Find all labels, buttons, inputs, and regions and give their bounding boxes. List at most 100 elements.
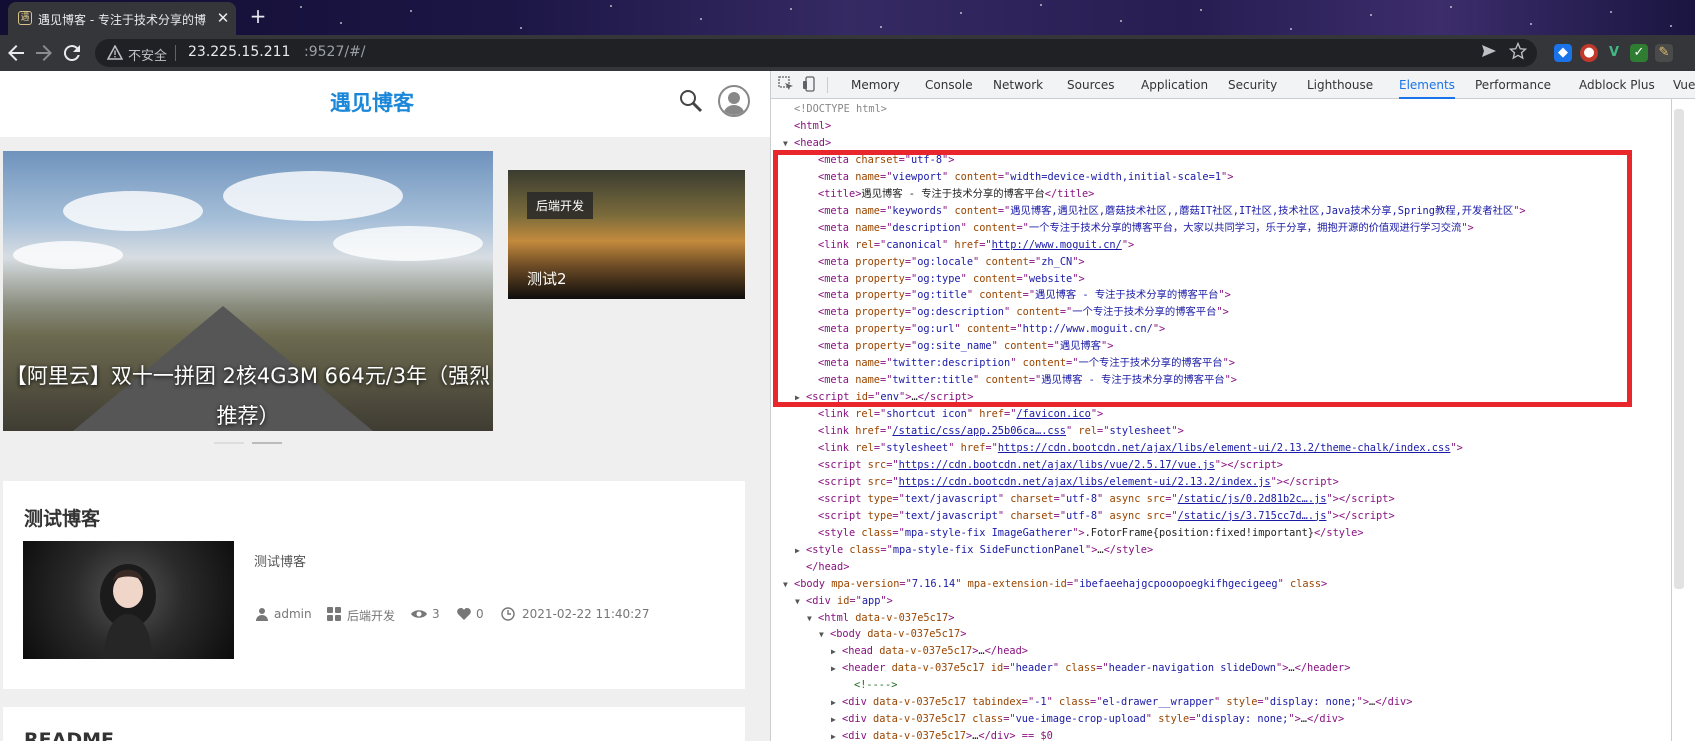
dom-node-line[interactable]: <meta property="og:title" content="遇见博客 …: [807, 287, 1231, 304]
dom-node-line[interactable]: <meta charset="utf-8">: [807, 152, 954, 169]
dom-node-line[interactable]: ▼ <html data-v-037e5c17>: [807, 610, 954, 627]
expand-arrow-icon[interactable]: ▼: [783, 576, 794, 593]
dom-node-line[interactable]: <script type="text/javascript" charset="…: [807, 508, 1395, 525]
expand-arrow-icon[interactable]: ▶: [831, 643, 842, 660]
expand-arrow-icon[interactable]: ▶: [795, 389, 806, 406]
dom-node-line[interactable]: <meta property="og:type" content="websit…: [807, 271, 1085, 288]
dom-node-line[interactable]: ▶ <script id="env">…</script>: [795, 389, 973, 406]
devtools-tab-vue[interactable]: Vue: [1673, 71, 1695, 99]
site-logo[interactable]: 遇见博客: [330, 87, 414, 117]
hero-carousel-slide[interactable]: 【阿里云】双十一拼团 2核4G3M 664元/3年（强烈推荐）: [3, 151, 493, 431]
dom-node-line[interactable]: <meta name="keywords" content="遇见博客,遇见社区…: [807, 203, 1526, 220]
dom-node-line[interactable]: <link href="/static/css/app.25b06ca….css…: [807, 423, 1184, 440]
send-icon[interactable]: [1481, 43, 1497, 63]
expand-arrow-icon[interactable]: ▼: [819, 626, 830, 643]
close-tab-icon[interactable]: ✕: [213, 8, 233, 28]
dom-node-line[interactable]: ▶ <header data-v-037e5c17 id="header" cla…: [831, 660, 1350, 677]
bookmark-star-icon[interactable]: [1508, 41, 1528, 64]
new-tab-button[interactable]: +: [246, 4, 270, 28]
author-name[interactable]: admin: [274, 607, 312, 621]
dom-node-content: <meta property="og:description" content=…: [818, 306, 1229, 319]
warning-icon[interactable]: [106, 44, 124, 61]
dom-node-line[interactable]: <meta name="description" content="一个专注于技…: [807, 220, 1474, 237]
ext-vue-icon[interactable]: V: [1605, 44, 1623, 62]
inspect-element-icon[interactable]: [777, 76, 795, 94]
dom-node-line[interactable]: <meta name="viewport" content="width=dev…: [807, 169, 1233, 186]
dom-node-line[interactable]: <style class="mpa-style-fix ImageGathere…: [807, 525, 1364, 542]
search-icon[interactable]: [678, 88, 704, 114]
dom-node-line[interactable]: ▶ <div data-v-037e5c17 class="vue-image-c…: [831, 711, 1344, 728]
reload-icon[interactable]: [60, 41, 84, 65]
expand-arrow-icon[interactable]: ▶: [831, 711, 842, 728]
ext-owl-icon[interactable]: ●: [1580, 44, 1598, 62]
devtools-tab-performance[interactable]: Performance: [1475, 71, 1551, 99]
expand-arrow-icon[interactable]: ▼: [783, 135, 794, 152]
expand-arrow-icon[interactable]: ▼: [795, 593, 806, 610]
dom-node-line[interactable]: <link rel="canonical" href="http://www.m…: [807, 237, 1134, 254]
dom-node-line[interactable]: <link rel="shortcut icon" href="/favicon…: [807, 406, 1103, 423]
dom-node-line[interactable]: </head>: [795, 559, 849, 576]
devtools-tab-application[interactable]: Application: [1141, 71, 1208, 99]
devtools-tab-security[interactable]: Security: [1228, 71, 1277, 99]
dom-node-line[interactable]: <meta name="twitter:description" content…: [807, 355, 1235, 372]
devtools-tab-network[interactable]: Network: [993, 71, 1043, 99]
devtools-tab-memory[interactable]: Memory: [851, 71, 900, 99]
scrollbar[interactable]: [1674, 109, 1684, 589]
dom-node-line[interactable]: ▶ <head data-v-037e5c17>…</head>: [831, 643, 1028, 660]
dom-node-line[interactable]: ▼ <body data-v-037e5c17>: [819, 626, 966, 643]
dom-node-line[interactable]: <meta property="og:url" content="http://…: [807, 321, 1165, 338]
back-arrow-icon[interactable]: [4, 41, 28, 65]
dom-node-line[interactable]: <script type="text/javascript" charset="…: [807, 491, 1395, 508]
dom-node-line[interactable]: <meta property="og:description" content=…: [807, 304, 1229, 321]
devtools-tab-elements[interactable]: Elements: [1399, 71, 1455, 99]
dom-node-line[interactable]: <!DOCTYPE html>: [783, 101, 887, 118]
featured-post[interactable]: 后端开发 测试2: [508, 170, 745, 299]
blog-card-second[interactable]: README: [3, 707, 745, 741]
blog-title[interactable]: 测试博客: [24, 504, 100, 531]
carousel-indicator[interactable]: [214, 442, 244, 444]
hero-caption[interactable]: 【阿里云】双十一拼团 2核4G3M 664元/3年（强烈推荐）: [3, 356, 493, 431]
blog-thumbnail[interactable]: [23, 541, 234, 659]
featured-post-title[interactable]: 测试2: [527, 268, 567, 289]
dom-node-line[interactable]: <meta property="og:locale" content="zh_C…: [807, 254, 1085, 271]
dom-node-line[interactable]: ▶ <div data-v-037e5c17 tabindex="-1" clas…: [831, 694, 1412, 711]
ext-blue-icon[interactable]: ◆: [1554, 44, 1572, 62]
user-avatar-icon[interactable]: [718, 85, 750, 117]
category-tag[interactable]: 后端开发: [527, 192, 594, 219]
carousel-indicator-active[interactable]: [252, 442, 282, 444]
blog-card[interactable]: 测试博客 测试博客 admin 后端开发 3 0 2021-02-22 11:4…: [3, 481, 745, 689]
category-name[interactable]: 后端开发: [347, 607, 395, 624]
dom-node-line[interactable]: <title>遇见博客 - 专注于技术分享的博客平台</title>: [807, 186, 1094, 203]
forward-arrow-icon[interactable]: [32, 41, 56, 65]
browser-tab[interactable]: 遇 遇见博客 - 专注于技术分享的博客平台 ✕: [8, 2, 236, 35]
dom-node-line[interactable]: <!---->: [843, 677, 897, 694]
dom-node-line[interactable]: <link rel="stylesheet" href="https://cdn…: [807, 440, 1463, 457]
dom-node-line[interactable]: ▶ <div data-v-037e5c17>…</div> == $0: [831, 728, 1053, 741]
devtools-tab-adblock-plus[interactable]: Adblock Plus: [1579, 71, 1655, 99]
devtools-tab-lighthouse[interactable]: Lighthouse: [1307, 71, 1373, 99]
dom-node-content: <head>: [794, 136, 832, 149]
dom-node-line[interactable]: ▼ <head>: [783, 135, 831, 152]
dom-node-line[interactable]: <html>: [783, 118, 831, 135]
expand-arrow-icon[interactable]: ▶: [795, 542, 806, 559]
device-toolbar-icon[interactable]: [801, 76, 819, 94]
dom-node-line[interactable]: <script src="https://cdn.bootcdn.net/aja…: [807, 474, 1339, 491]
expand-arrow-icon[interactable]: ▶: [831, 660, 842, 677]
dom-node-line[interactable]: ▼ <body mpa-version="7.16.14" mpa-extensi…: [783, 576, 1327, 593]
devtools-tab-console[interactable]: Console: [925, 71, 973, 99]
devtools-tab-sources[interactable]: Sources: [1067, 71, 1114, 99]
ext-puzzle-icon[interactable]: ✎: [1655, 44, 1673, 62]
security-label[interactable]: 不安全: [128, 45, 167, 64]
dom-node-line[interactable]: ▼ <div id="app">: [795, 593, 893, 610]
likes-icon[interactable]: [457, 607, 471, 624]
dom-node-line[interactable]: <script src="https://cdn.bootcdn.net/aja…: [807, 457, 1283, 474]
expand-arrow-icon[interactable]: ▼: [807, 610, 818, 627]
expand-arrow-icon[interactable]: ▶: [831, 728, 842, 741]
dom-node-line[interactable]: <meta property="og:site_name" content="遇…: [807, 338, 1113, 355]
ext-green-icon[interactable]: ✓: [1630, 44, 1648, 62]
blog-title-second[interactable]: README: [24, 729, 114, 741]
address-bar[interactable]: 不安全 23.225.15.211 :9527/#/: [95, 39, 1537, 67]
expand-arrow-icon[interactable]: ▶: [831, 694, 842, 711]
dom-node-line[interactable]: <meta name="twitter:title" content="遇见博客…: [807, 372, 1237, 389]
dom-node-line[interactable]: ▶ <style class="mpa-style-fix SideFunctio…: [795, 542, 1153, 559]
